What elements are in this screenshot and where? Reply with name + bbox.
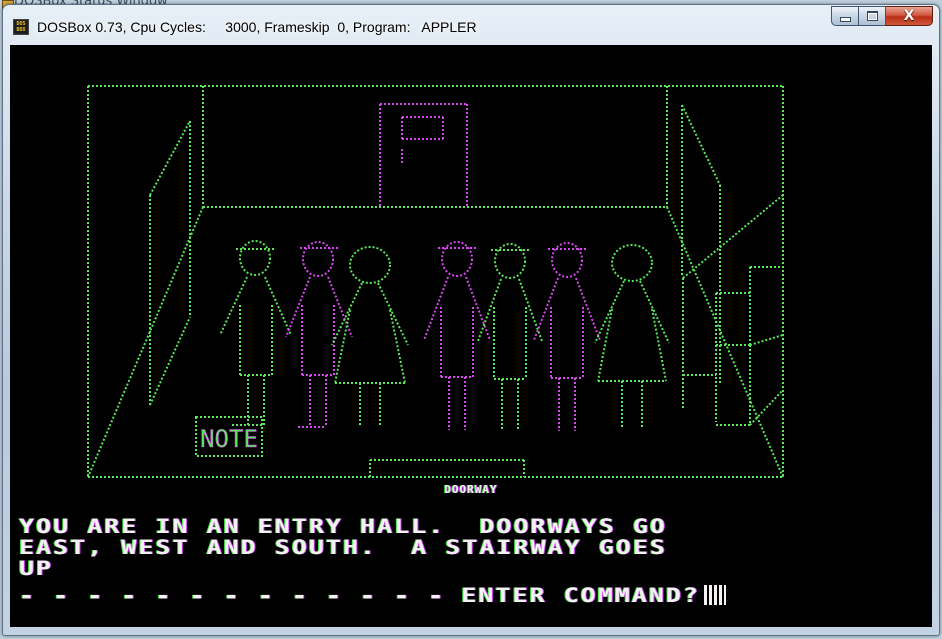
people-group — [219, 240, 670, 431]
stairway — [682, 194, 784, 426]
description-line-3: UP — [19, 557, 54, 580]
command-prompt: ENTER COMMAND? — [461, 583, 701, 607]
person-1 — [219, 240, 292, 426]
person-6 — [533, 242, 601, 431]
dosbox-window[interactable]: DOS BOX DOSBox 0.73, Cpu Cycles: 3000, F… — [2, 4, 940, 636]
room-walls — [87, 85, 784, 478]
room-illustration: NOTE — [87, 85, 784, 478]
game-screen[interactable]: NOTE DOORWAY YOU ARE IN AN ENTRY HALL. D… — [10, 45, 932, 627]
person-3 — [331, 246, 409, 427]
caption-buttons: X — [831, 6, 933, 26]
icon-text-bottom: BOX — [16, 27, 26, 33]
description-line-2: EAST, WEST AND SOUTH. A STAIRWAY GOES — [19, 536, 667, 559]
separator-dashes: - - - - - - - - - - - - - — [19, 580, 446, 610]
maximize-icon — [866, 11, 878, 21]
dosbox-icon[interactable]: DOS BOX — [13, 19, 29, 35]
text-cursor[interactable] — [704, 585, 727, 605]
person-2 — [285, 241, 353, 428]
close-button[interactable]: X — [886, 6, 933, 26]
close-icon: X — [903, 8, 915, 24]
south-doorway — [369, 459, 525, 477]
note-label: NOTE — [200, 425, 258, 453]
minimize-icon — [839, 17, 851, 22]
command-line[interactable]: - - - - - - - - - - - - - ENTER COMMAND? — [19, 580, 727, 610]
note-item: NOTE — [195, 416, 263, 457]
maximize-button[interactable] — [859, 6, 886, 26]
window-title: DOSBox 0.73, Cpu Cycles: 3000, Frameskip… — [37, 19, 477, 35]
person-5 — [477, 243, 543, 430]
back-door — [379, 103, 468, 207]
room-exit-label: DOORWAY — [444, 483, 498, 496]
person-7 — [594, 244, 670, 427]
title-bar[interactable]: DOS BOX DOSBox 0.73, Cpu Cycles: 3000, F… — [3, 5, 939, 45]
minimize-button[interactable] — [831, 6, 859, 26]
description-line-1: YOU ARE IN AN ENTRY HALL. DOORWAYS GO — [19, 515, 667, 538]
